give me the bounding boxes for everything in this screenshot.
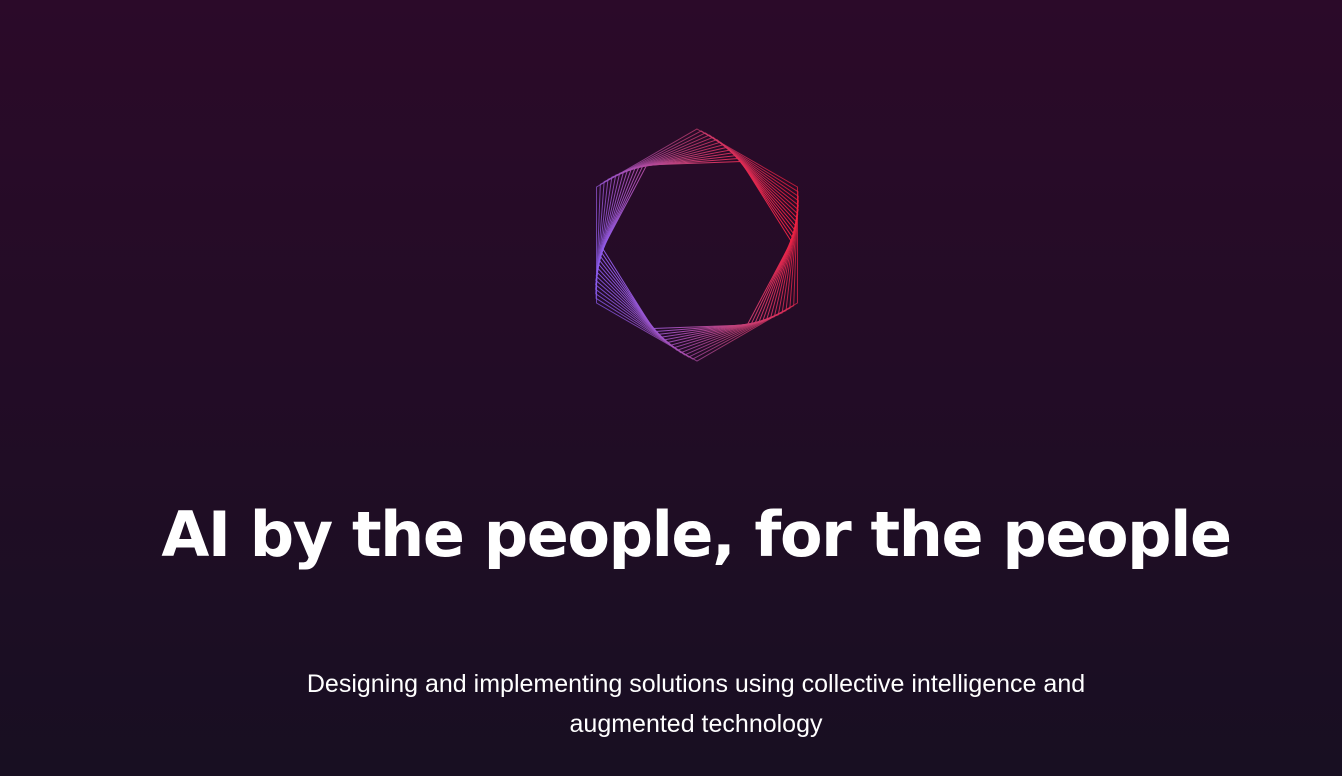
logo-hexagon-line: [596, 146, 798, 344]
logo-hexagon-line: [596, 128, 798, 362]
logo-hexagon-line: [595, 130, 799, 360]
hexagon-spiral-logo-icon: [593, 127, 801, 363]
logo-hexagon-line: [595, 134, 799, 356]
logo-hexagon-line: [597, 149, 797, 341]
hero-headline: AI by the people, for the people: [161, 498, 1232, 571]
hero-section: AI by the people, for the people Designi…: [0, 0, 1342, 776]
logo-hexagon-line: [595, 132, 799, 358]
hero-subtitle: Designing and implementing solutions usi…: [306, 670, 1086, 738]
logo-hexagon-line: [598, 152, 796, 338]
